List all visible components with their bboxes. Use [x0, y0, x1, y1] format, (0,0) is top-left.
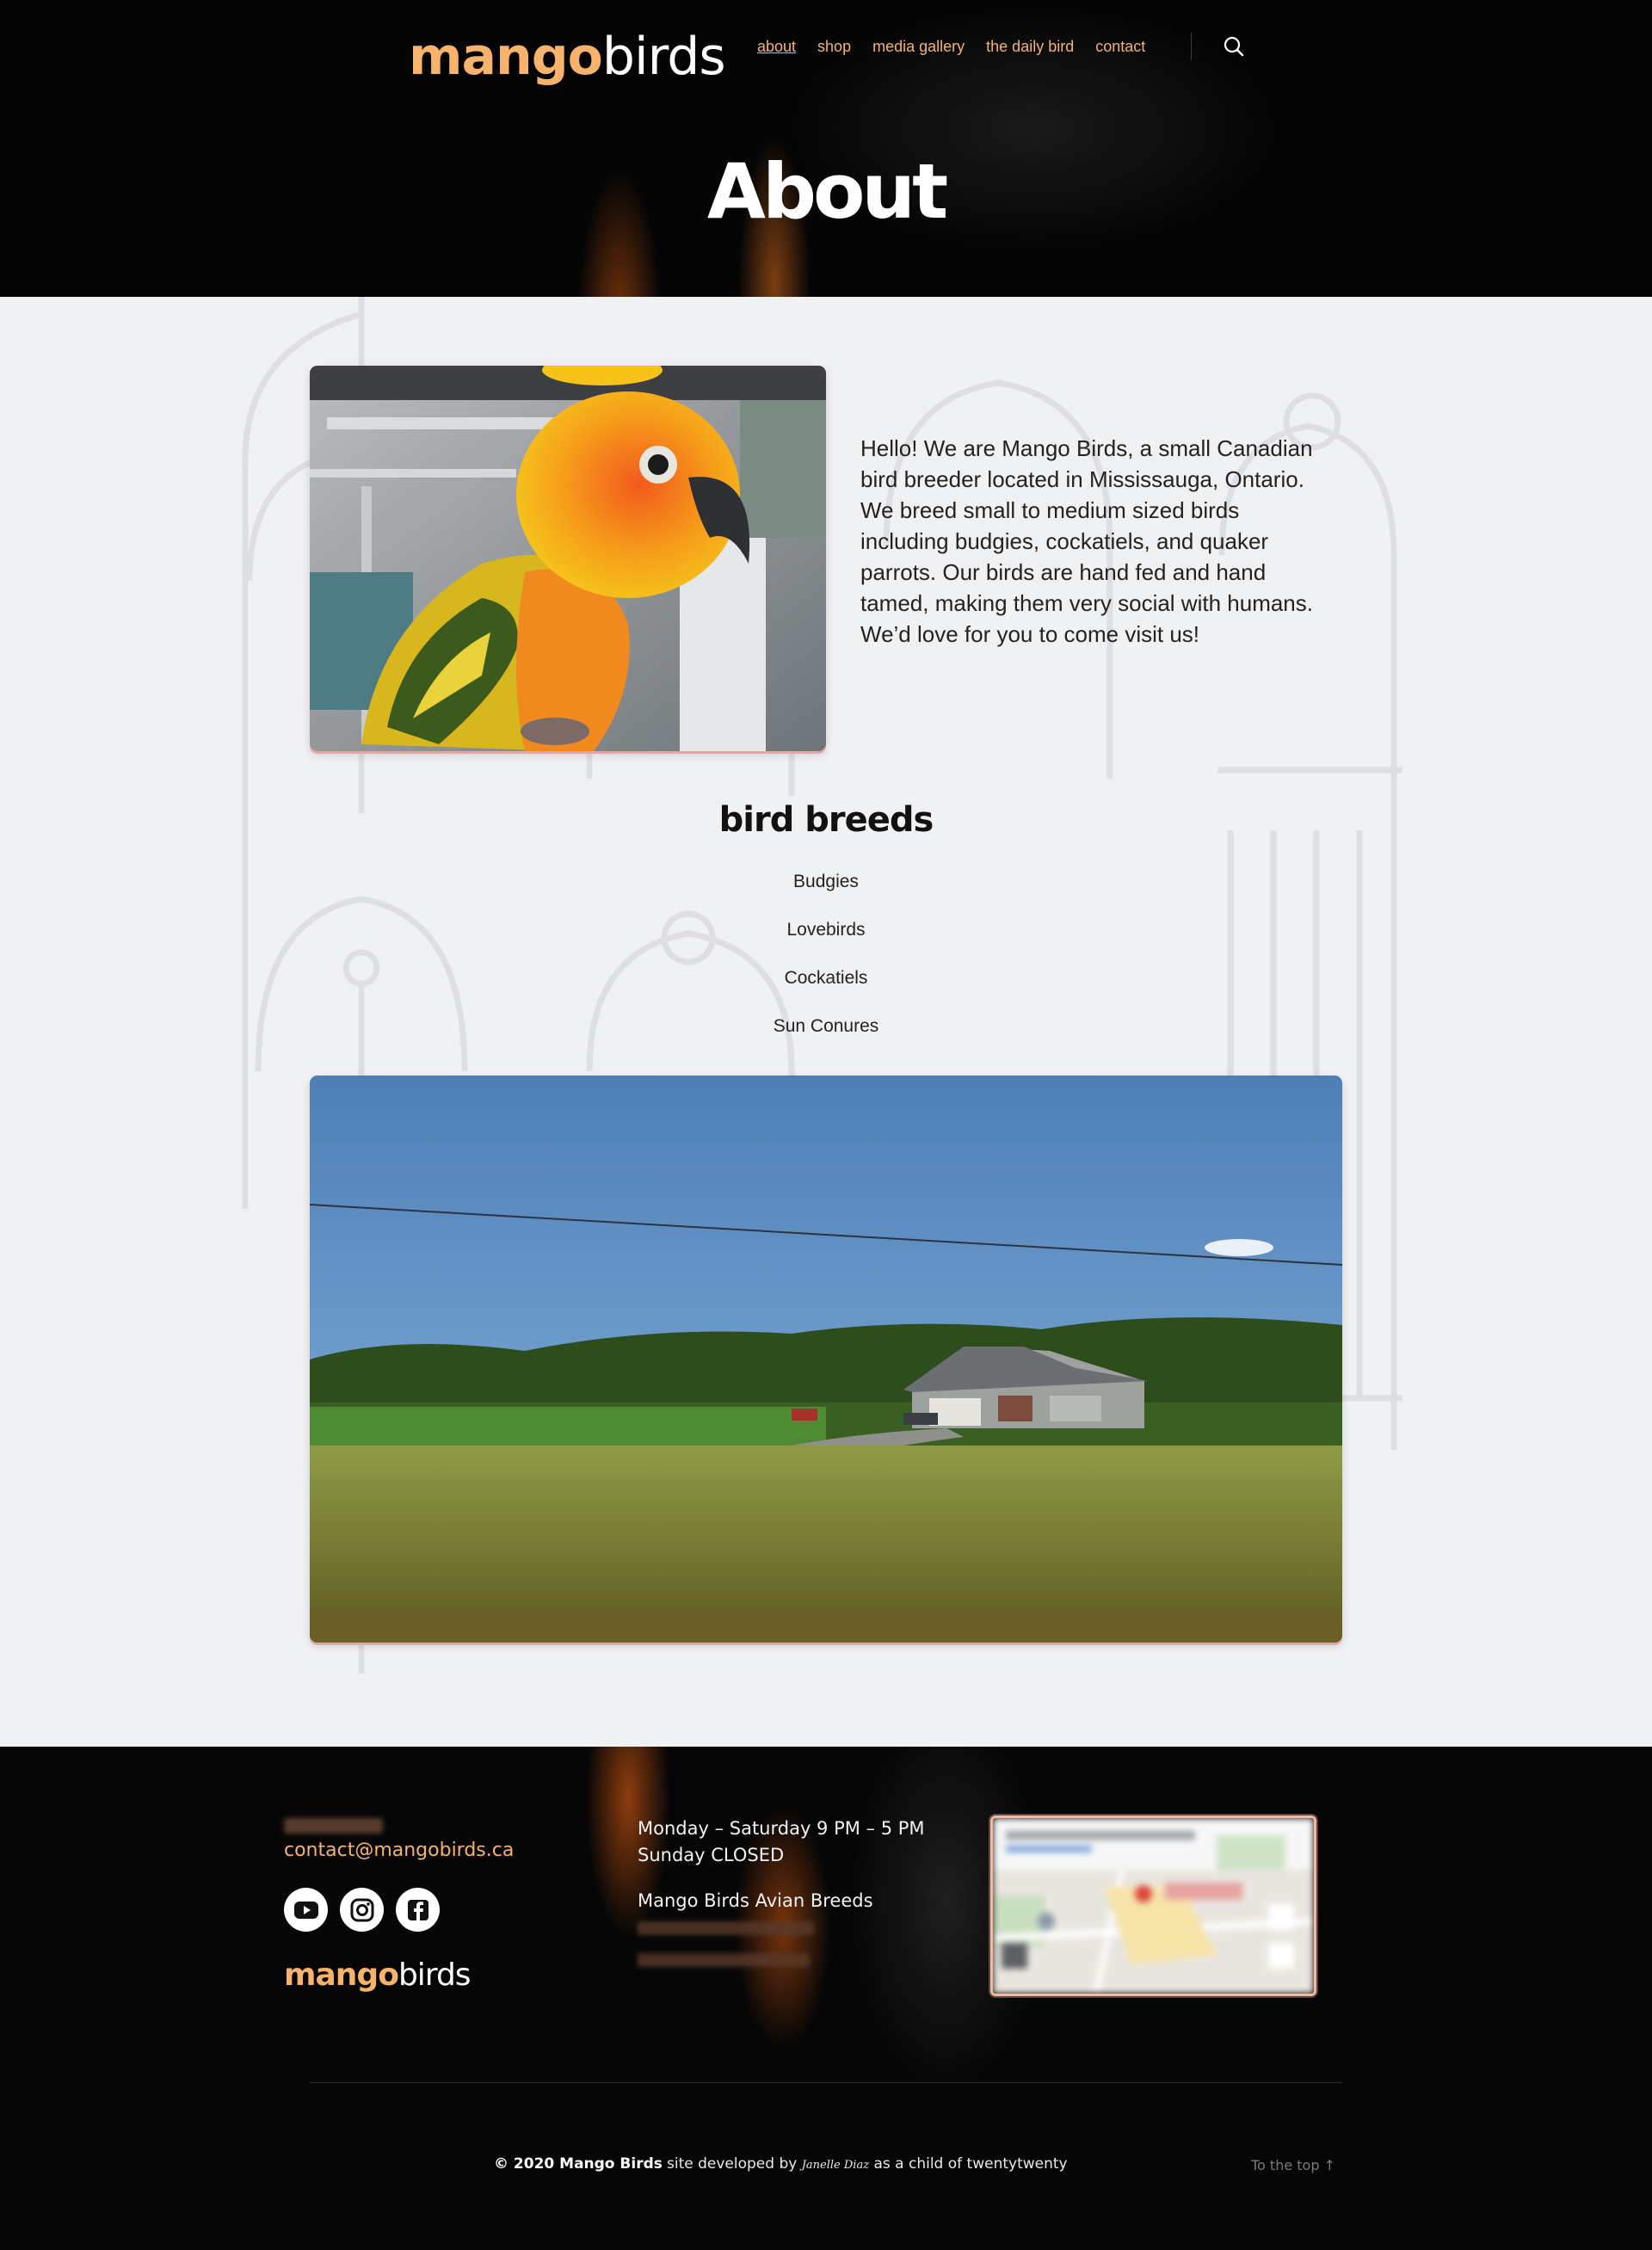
- footer-divider: [310, 2082, 1342, 2083]
- hours-weekday: Monday – Saturday 9 PM – 5 PM: [638, 1818, 925, 1839]
- location-map[interactable]: [990, 1815, 1316, 1996]
- nav-about[interactable]: about: [757, 38, 796, 56]
- youtube-icon: [293, 1901, 318, 1919]
- nav-contact[interactable]: contact: [1095, 38, 1145, 56]
- farmhouse-landscape-illustration: [310, 1076, 1342, 1643]
- instagram-link[interactable]: [340, 1888, 384, 1932]
- site-credit: site developed by Janelle Diaz as a chil…: [667, 2155, 1068, 2173]
- sun-conure-photo: [310, 366, 826, 751]
- bird-breeds-list: Budgies Lovebirds Cockatiels Sun Conures: [0, 871, 1652, 1063]
- main-content: Hello! We are Mango Birds, a small Canad…: [0, 297, 1652, 1747]
- facebook-icon: [407, 1899, 428, 1920]
- nav-divider: [1191, 33, 1192, 60]
- site-logo[interactable]: mangobirds: [409, 22, 726, 91]
- footer-logo-mango: mango: [284, 1957, 399, 1993]
- footer-logo[interactable]: mangobirds: [284, 1957, 472, 1993]
- nav-the-daily-bird[interactable]: the daily bird: [986, 38, 1074, 56]
- phone-number-redacted: [284, 1818, 383, 1834]
- hours-sunday: Sunday CLOSED: [638, 1845, 785, 1865]
- about-intro: Hello! We are Mango Birds, a small Canad…: [860, 435, 1313, 647]
- site-header: mangobirds about shop media gallery the …: [0, 0, 1652, 297]
- logo-birds: birds: [601, 27, 726, 87]
- facebook-link[interactable]: [396, 1888, 440, 1932]
- address-line-redacted: [638, 1953, 810, 1967]
- page-title: About: [706, 147, 948, 236]
- contact-email-link[interactable]: contact@mangobirds.ca: [284, 1840, 514, 1861]
- business-name: Mango Birds Avian Breeds: [638, 1890, 873, 1911]
- instagram-icon: [350, 1898, 373, 1921]
- address-line-redacted: [638, 1921, 814, 1935]
- primary-nav: about shop media gallery the daily bird …: [757, 34, 1145, 59]
- list-item: Cockatiels: [784, 968, 868, 988]
- sun-conure-illustration: [310, 366, 826, 751]
- list-item: Sun Conures: [773, 1016, 879, 1036]
- developer-signature: Janelle Diaz: [801, 2159, 870, 2172]
- copyright: © 2020 Mango Birds: [494, 2155, 663, 2173]
- logo-mango: mango: [409, 27, 603, 87]
- social-links: [284, 1888, 440, 1932]
- nav-media-gallery[interactable]: media gallery: [872, 38, 965, 56]
- map-thumbnail: [993, 1818, 1314, 1994]
- youtube-link[interactable]: [284, 1888, 328, 1932]
- search-button[interactable]: [1220, 33, 1248, 60]
- to-the-top-link[interactable]: To the top ↑: [1251, 2157, 1335, 2173]
- footer-logo-birds: birds: [398, 1957, 472, 1993]
- credit-prefix: site developed by: [667, 2155, 798, 2173]
- search-icon: [1224, 36, 1244, 57]
- business-hours: Monday – Saturday 9 PM – 5 PM Sunday CLO…: [638, 1815, 925, 1869]
- farmhouse-photo: [310, 1076, 1342, 1643]
- list-item: Budgies: [793, 872, 859, 891]
- site-footer: contact@mangobirds.ca mangobirds Monday: [0, 1747, 1652, 2250]
- bird-breeds-heading: bird breeds: [718, 800, 934, 840]
- list-item: Lovebirds: [786, 920, 866, 940]
- nav-shop[interactable]: shop: [817, 38, 851, 56]
- credit-suffix: as a child of twentytwenty: [873, 2155, 1068, 2173]
